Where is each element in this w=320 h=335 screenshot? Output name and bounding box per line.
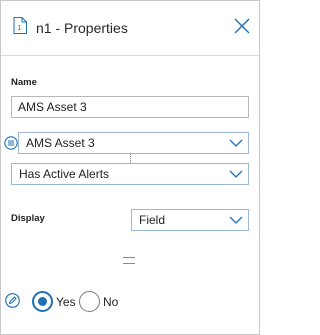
display-label: Display [11,213,45,224]
panel-header: 1 n1 - Properties [1,1,259,56]
radio-yes-button[interactable] [32,291,53,312]
chevron-down-icon [229,216,243,224]
list-icon[interactable] [4,136,18,150]
chevron-down-icon [229,170,243,178]
source-select-value: AMS Asset 3 [26,136,95,150]
close-icon[interactable] [233,17,251,35]
radio-yes[interactable]: Yes [32,291,80,313]
source-select[interactable]: AMS Asset 3 [18,132,249,154]
name-label: Name [11,77,37,88]
svg-text:1: 1 [18,25,22,32]
field-select[interactable]: Has Active Alerts [11,163,249,185]
radio-no-button[interactable] [79,291,100,312]
pencil-icon[interactable] [5,293,20,308]
panel-title: n1 - Properties [36,20,128,36]
properties-panel: 1 n1 - Properties Name AMS Asset 3 AMS A… [0,0,260,335]
radio-yes-label: Yes [56,295,76,309]
chevron-down-icon [229,139,243,147]
radio-no[interactable]: No [79,291,123,313]
name-input[interactable]: AMS Asset 3 [11,96,249,118]
display-select[interactable]: Field [131,209,249,231]
document-icon: 1 [13,17,27,34]
field-select-value: Has Active Alerts [19,167,110,181]
display-select-value: Field [139,213,166,227]
radio-no-label: No [103,295,119,309]
equals-icon [123,257,135,264]
